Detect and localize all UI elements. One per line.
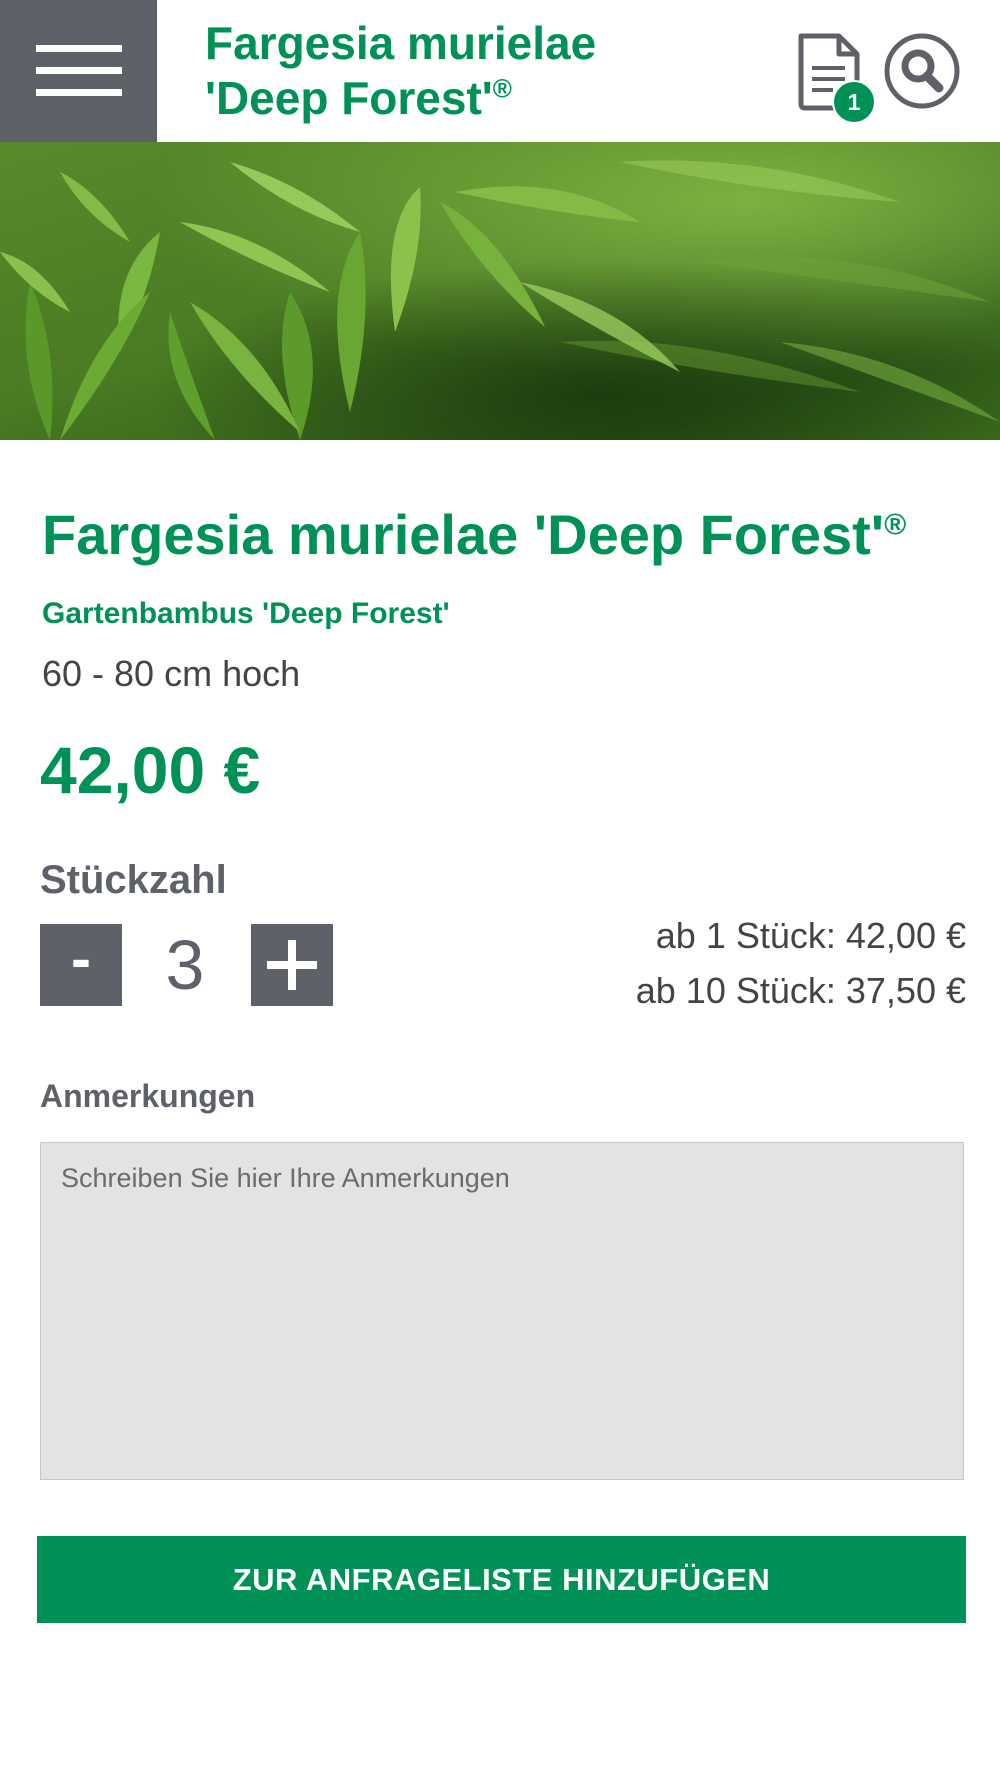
price-tier-2: ab 10 Stück: 37,50 €: [635, 970, 966, 1011]
decrease-quantity-button[interactable]: -: [40, 924, 122, 1006]
registered-mark: ®: [492, 73, 512, 104]
search-button[interactable]: [884, 33, 960, 109]
price-tier-1: ab 1 Stück: 42,00 €: [655, 915, 966, 956]
header-title-line1: Fargesia murielae: [205, 17, 597, 69]
notes-label: Anmerkungen: [40, 1078, 256, 1114]
bamboo-leaves-photo: [0, 142, 1000, 440]
header-title-line2: 'Deep Forest': [205, 72, 493, 124]
increase-quantity-button[interactable]: [251, 924, 333, 1006]
inquiry-count-badge: 1: [832, 80, 876, 124]
product-title-text: Fargesia murielae 'Deep Forest': [42, 503, 885, 566]
quantity-label: Stückzahl: [40, 858, 227, 902]
registered-mark: ®: [884, 508, 907, 542]
menu-button[interactable]: [0, 0, 157, 142]
notes-field[interactable]: [40, 1142, 964, 1480]
product-price: 42,00 €: [40, 733, 261, 807]
add-to-inquiry-list-button[interactable]: ZUR ANFRAGELISTE HINZUFÜGEN: [37, 1536, 966, 1623]
search-icon: [884, 33, 960, 109]
hero-image: [0, 142, 1000, 440]
product-height: 60 - 80 cm hoch: [42, 653, 301, 694]
header-title: Fargesia murielae 'Deep Forest'®: [205, 16, 765, 126]
quantity-value[interactable]: 3: [135, 920, 235, 1010]
app-header: Fargesia murielae 'Deep Forest'® 1: [0, 0, 1000, 142]
product-title: Fargesia murielae 'Deep Forest'®: [42, 500, 982, 570]
product-subtitle: Gartenbambus 'Deep Forest': [42, 597, 450, 630]
